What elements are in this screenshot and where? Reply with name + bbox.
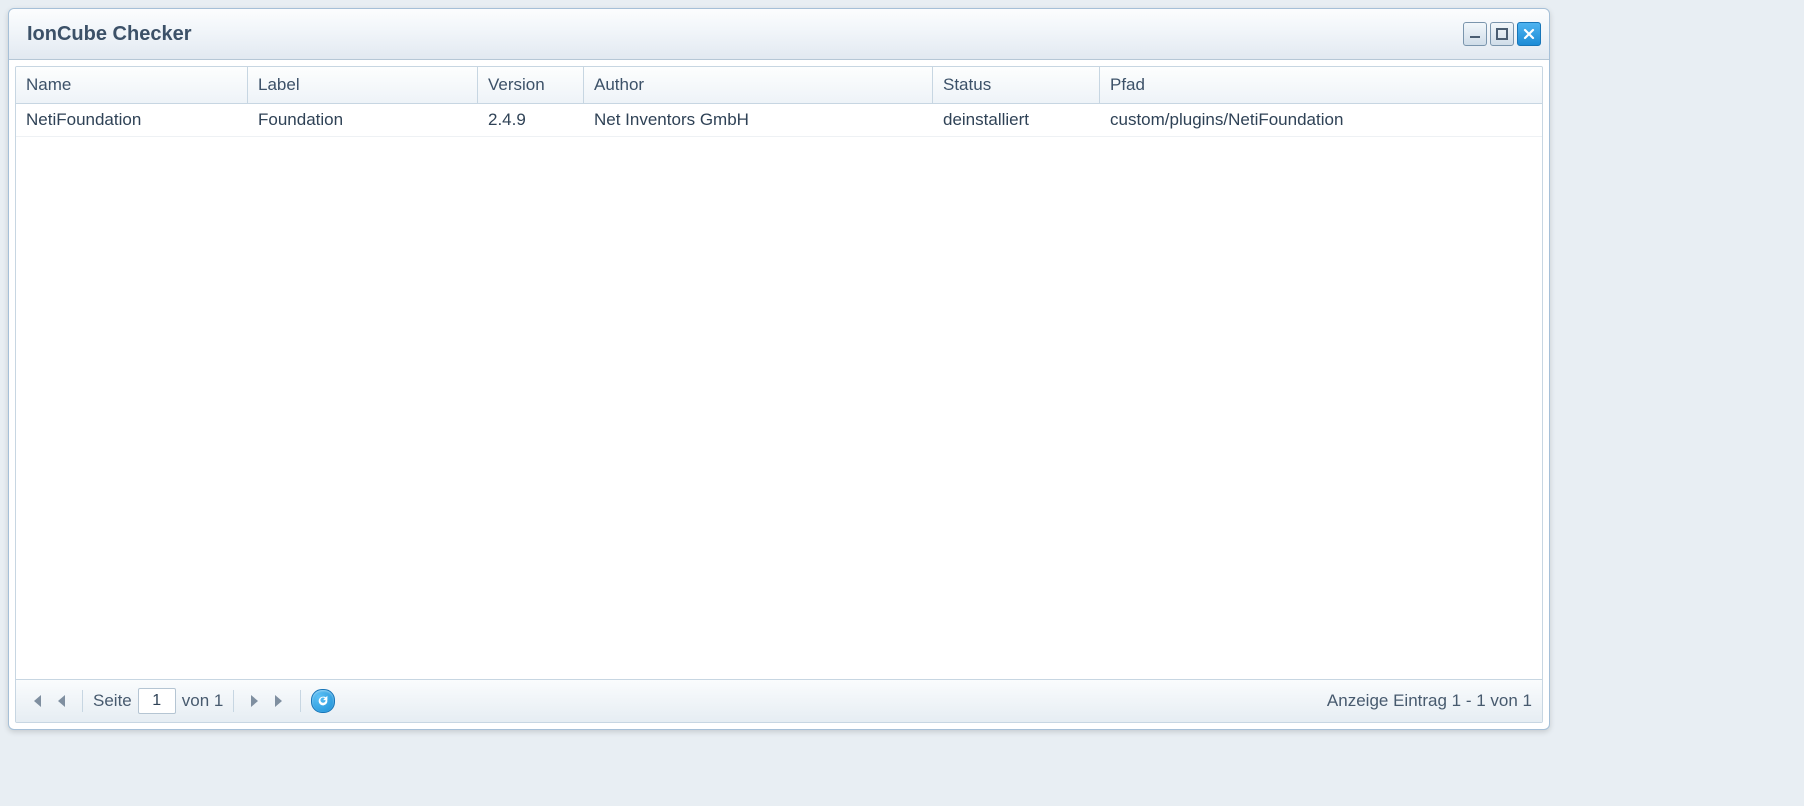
page-label: Seite (93, 691, 132, 711)
window-title: IonCube Checker (27, 23, 1463, 46)
cell-path: custom/plugins/NetiFoundation (1100, 110, 1542, 130)
maximize-button[interactable] (1490, 22, 1514, 46)
next-page-button[interactable] (244, 691, 264, 711)
column-headers: Name Label Version Author Status Pfad (16, 67, 1542, 104)
cell-name: NetiFoundation (16, 110, 248, 130)
toolbar-separator (82, 690, 83, 712)
column-header-name[interactable]: Name (16, 67, 248, 103)
cell-author: Net Inventors GmbH (584, 110, 933, 130)
column-header-path[interactable]: Pfad (1100, 67, 1542, 103)
titlebar[interactable]: IonCube Checker (9, 9, 1549, 60)
toolbar-separator (300, 690, 301, 712)
close-button[interactable] (1517, 22, 1541, 46)
cell-label: Foundation (248, 110, 478, 130)
page-number-input[interactable] (138, 688, 176, 714)
column-header-author[interactable]: Author (584, 67, 933, 103)
minimize-button[interactable] (1463, 22, 1487, 46)
refresh-icon (316, 694, 330, 708)
cell-status: deinstalliert (933, 110, 1100, 130)
paging-toolbar: Seite von 1 Anzeige Eintrag 1 - 1 von 1 (16, 679, 1542, 722)
display-info: Anzeige Eintrag 1 - 1 von 1 (1327, 691, 1532, 711)
table-row[interactable]: NetiFoundation Foundation 2.4.9 Net Inve… (16, 104, 1542, 137)
column-header-label[interactable]: Label (248, 67, 478, 103)
column-header-status[interactable]: Status (933, 67, 1100, 103)
ioncube-checker-window: IonCube Checker Name Label Version Autho… (8, 8, 1550, 730)
maximize-icon (1495, 27, 1509, 41)
prev-page-button[interactable] (52, 691, 72, 711)
toolbar-separator (233, 690, 234, 712)
table-body: NetiFoundation Foundation 2.4.9 Net Inve… (16, 104, 1542, 679)
close-icon (1522, 27, 1536, 41)
prev-page-icon (54, 693, 70, 709)
minimize-icon (1468, 27, 1482, 41)
first-page-icon (28, 693, 44, 709)
cell-version: 2.4.9 (478, 110, 584, 130)
next-page-icon (246, 693, 262, 709)
refresh-button[interactable] (311, 689, 335, 713)
first-page-button[interactable] (26, 691, 46, 711)
grid-panel: Name Label Version Author Status Pfad Ne… (15, 66, 1543, 723)
window-controls (1463, 22, 1541, 46)
page-of-label: von 1 (182, 691, 224, 711)
column-header-version[interactable]: Version (478, 67, 584, 103)
last-page-icon (272, 693, 288, 709)
last-page-button[interactable] (270, 691, 290, 711)
